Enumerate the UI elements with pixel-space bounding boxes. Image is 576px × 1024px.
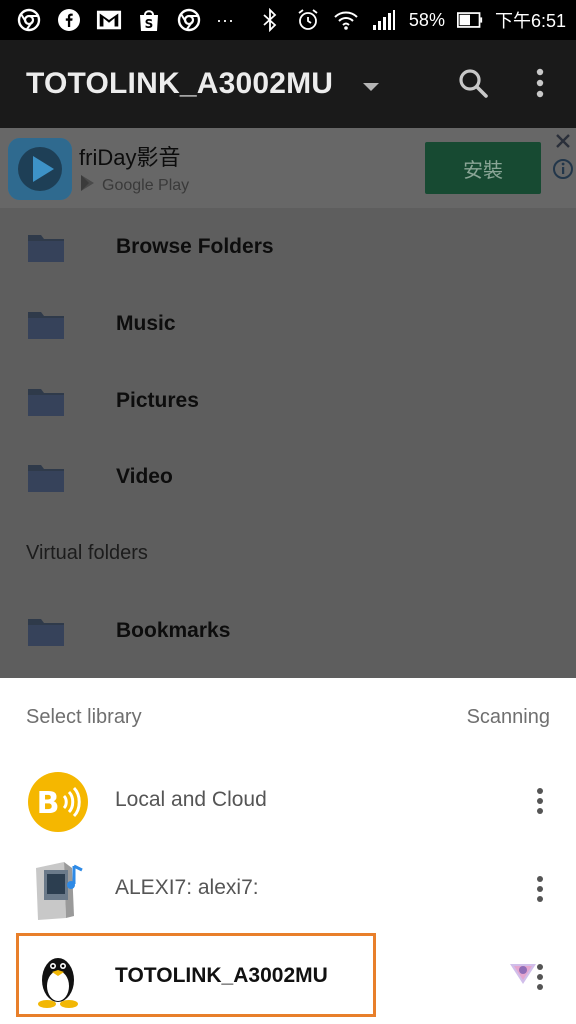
folder-row[interactable]: Browse Folders: [0, 209, 576, 285]
ad-app-name: friDay影音: [79, 145, 181, 170]
folder-label: Pictures: [116, 389, 199, 412]
bubbleupnp-icon: B: [26, 770, 90, 834]
more-vert-icon[interactable]: [528, 64, 552, 104]
facebook-icon: [56, 7, 82, 33]
folder-icon: [28, 309, 64, 339]
select-library-sheet: Select library Scanning B Local and Clou…: [0, 678, 576, 1024]
battery-icon: [456, 7, 483, 33]
install-button[interactable]: 安裝: [425, 142, 541, 194]
more-notifications-indicator: ···: [216, 9, 234, 30]
library-browser: friDay影音 Google Play 安裝 Browse Folders M…: [0, 128, 576, 678]
sheet-title: Select library: [26, 706, 142, 728]
friday-app-icon: [8, 138, 72, 200]
folder-icon: [28, 386, 64, 416]
folder-icon: [28, 462, 64, 492]
clock: 下午6:51: [494, 11, 566, 31]
more-vert-icon[interactable]: [530, 786, 550, 816]
svg-text:S: S: [145, 17, 154, 31]
ad-banner[interactable]: friDay影音 Google Play 安裝: [0, 128, 576, 208]
media-server-icon: [26, 858, 90, 922]
watermark-logo: [506, 956, 540, 990]
wifi-icon: [333, 7, 359, 33]
dropdown-icon[interactable]: [360, 80, 382, 94]
chrome-icon: [16, 7, 42, 33]
google-play-badge: Google Play: [80, 174, 189, 197]
selection-highlight: [16, 933, 376, 1017]
folder-row[interactable]: Bookmarks: [0, 593, 576, 669]
status-bar: S ··· 58% 下午6:51: [0, 0, 576, 40]
signal-icon: [371, 7, 397, 33]
search-icon[interactable]: [456, 66, 490, 100]
section-header: Virtual folders: [26, 542, 148, 564]
more-vert-icon[interactable]: [530, 874, 550, 904]
library-label: ALEXI7: alexi7:: [115, 876, 259, 899]
battery-percent: 58%: [408, 9, 445, 30]
ad-info-icon[interactable]: [552, 158, 574, 180]
folder-label: Music: [116, 312, 176, 335]
folder-row[interactable]: Video: [0, 439, 576, 515]
folder-label: Bookmarks: [116, 619, 231, 642]
chrome-icon: [176, 7, 202, 33]
app-title[interactable]: TOTOLINK_A3002MU: [26, 67, 333, 101]
app-bar: TOTOLINK_A3002MU: [0, 40, 576, 128]
library-item[interactable]: ALEXI7: alexi7:: [0, 844, 576, 932]
google-play-icon: [80, 174, 96, 197]
store-label: Google Play: [102, 176, 190, 194]
folder-row[interactable]: Pictures: [0, 363, 576, 439]
gmail-icon: [96, 7, 122, 33]
bluetooth-icon: [257, 7, 283, 33]
svg-text:B: B: [37, 786, 60, 821]
folder-label: Browse Folders: [116, 235, 274, 258]
folder-icon: [28, 616, 64, 646]
scan-status: Scanning: [466, 706, 550, 728]
library-item[interactable]: B Local and Cloud: [0, 756, 576, 844]
folder-label: Video: [116, 465, 173, 488]
folder-row[interactable]: Music: [0, 286, 576, 362]
folder-icon: [28, 232, 64, 262]
alarm-icon: [295, 7, 321, 33]
library-label: Local and Cloud: [115, 788, 267, 811]
close-ad-icon[interactable]: [554, 132, 572, 150]
shopee-icon: S: [136, 7, 162, 33]
